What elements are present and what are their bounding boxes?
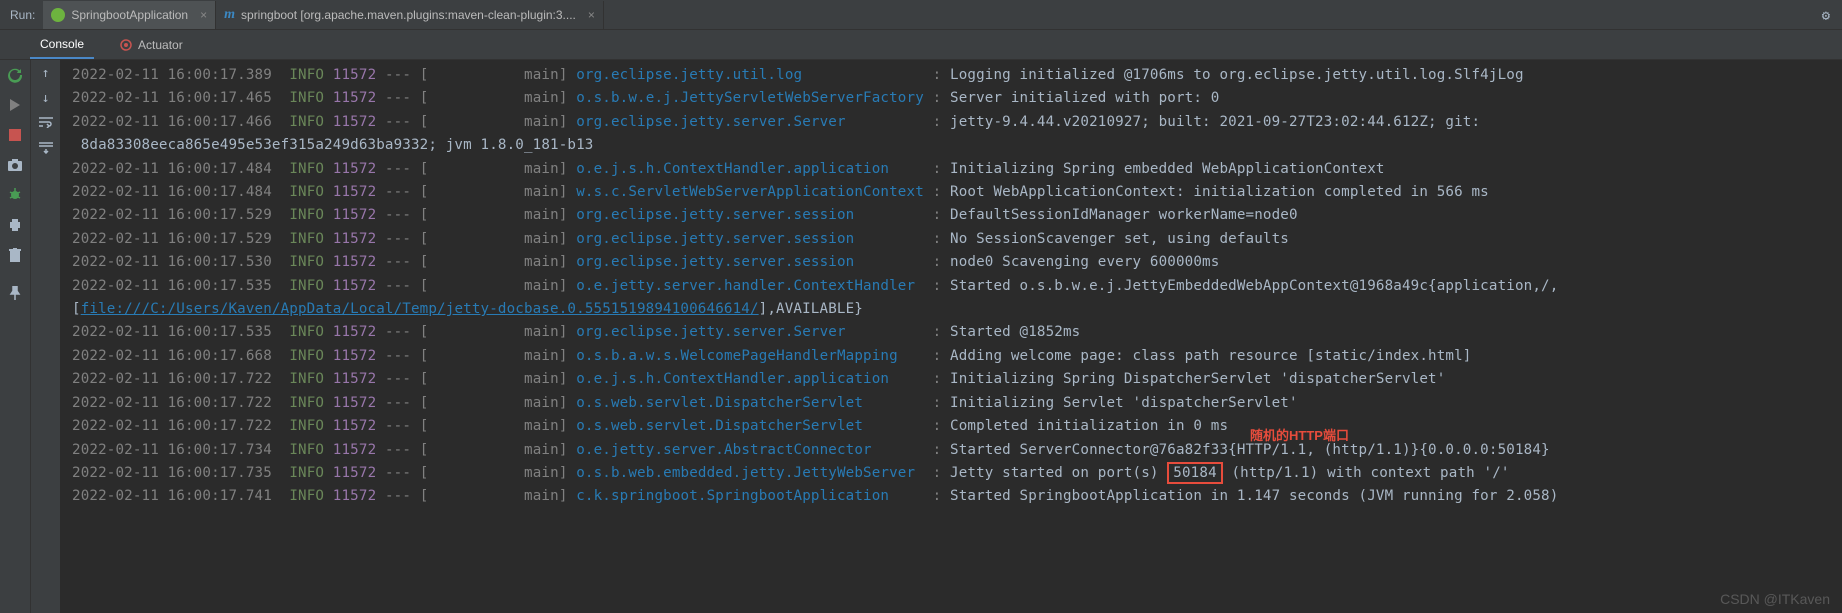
sub-tab-bar: Console Actuator (0, 30, 1842, 60)
left-toolbar-2: ↑ ↓ (30, 60, 60, 613)
print-icon[interactable] (6, 216, 24, 234)
scroll-to-end-icon[interactable] (39, 142, 53, 158)
run-icon[interactable] (6, 96, 24, 114)
console-tab-label: Console (40, 37, 84, 51)
stop-icon[interactable] (6, 126, 24, 144)
trash-icon[interactable] (6, 246, 24, 264)
arrow-up-icon[interactable]: ↑ (42, 66, 50, 81)
tab-label: springboot [org.apache.maven.plugins:mav… (241, 8, 576, 22)
run-tool-header: Run: SpringbootApplication × m springboo… (0, 0, 1842, 30)
debug-icon[interactable] (6, 186, 24, 204)
spring-icon (51, 8, 65, 22)
close-icon[interactable]: × (588, 8, 595, 22)
run-label: Run: (6, 8, 43, 22)
actuator-icon (120, 39, 132, 51)
port-annotation: 随机的HTTP端口 (1250, 425, 1349, 444)
port-highlight: 50184 (1167, 462, 1222, 484)
pin-icon[interactable] (6, 284, 24, 302)
rerun-icon[interactable] (6, 66, 24, 84)
maven-icon: m (224, 7, 235, 23)
close-icon[interactable]: × (200, 8, 207, 22)
main-area: ↑ ↓ 2022-02-11 16:00:17.389 INFO 11572 -… (0, 60, 1842, 613)
gear-icon[interactable]: ⚙ (1822, 8, 1830, 24)
actuator-tab-label: Actuator (138, 38, 183, 52)
camera-icon[interactable] (6, 156, 24, 174)
console-output[interactable]: 2022-02-11 16:00:17.389 INFO 11572 --- [… (60, 60, 1842, 613)
actuator-tab[interactable]: Actuator (110, 32, 193, 58)
run-tab-springboot-app[interactable]: SpringbootApplication × (43, 1, 216, 29)
console-tab[interactable]: Console (30, 31, 94, 59)
file-link[interactable]: file:///C:/Users/Kaven/AppData/Local/Tem… (81, 301, 759, 317)
run-tab-maven[interactable]: m springboot [org.apache.maven.plugins:m… (216, 1, 604, 29)
wrap-icon[interactable] (39, 116, 53, 132)
watermark: CSDN @ITKaven (1720, 591, 1830, 607)
arrow-down-icon[interactable]: ↓ (42, 91, 50, 106)
left-toolbar-1 (0, 60, 30, 613)
tab-label: SpringbootApplication (71, 8, 188, 22)
